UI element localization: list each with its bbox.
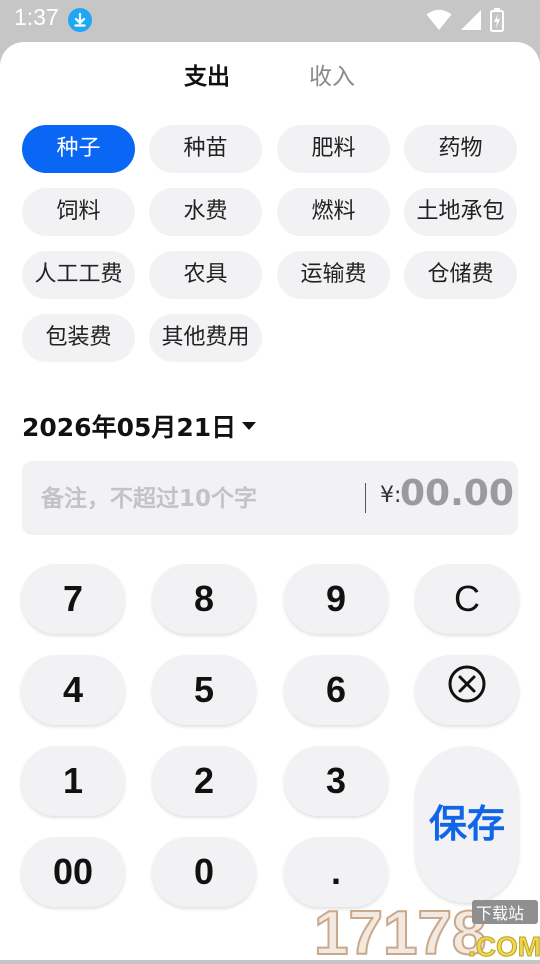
category-chip-seedling[interactable]: 种苗 — [149, 125, 262, 173]
category-chip-medicine[interactable]: 药物 — [404, 125, 517, 173]
type-tabs: 支出 收入 — [0, 60, 540, 100]
key-00[interactable]: 00 — [21, 837, 125, 907]
status-bar: 1:37 — [0, 0, 540, 40]
key-1[interactable]: 1 — [21, 746, 125, 816]
clear-button[interactable]: C — [415, 564, 519, 634]
category-chip-land[interactable]: 土地承包 — [404, 188, 517, 236]
watermark-logo: 17178 下载站 .COM — [310, 898, 540, 964]
status-icons — [426, 8, 504, 36]
watermark-tag: 下载站 — [476, 904, 524, 923]
category-chip-feed[interactable]: 饲料 — [22, 188, 135, 236]
signal-icon — [460, 9, 482, 35]
key-7[interactable]: 7 — [21, 564, 125, 634]
currency-symbol: ¥: — [380, 483, 402, 508]
amount-display: 00.00 — [400, 473, 514, 514]
backspace-button[interactable] — [415, 655, 519, 725]
divider — [365, 483, 366, 513]
note-input[interactable] — [39, 461, 363, 537]
watermark-number: 17178 — [314, 899, 486, 960]
caret-down-icon — [242, 422, 257, 430]
battery-icon — [490, 8, 504, 36]
category-chip-water[interactable]: 水费 — [149, 188, 262, 236]
status-time: 1:37 — [14, 4, 59, 30]
watermark-suffix: .COM — [468, 931, 540, 960]
key-0[interactable]: 0 — [152, 837, 256, 907]
download-icon — [68, 8, 92, 32]
key-3[interactable]: 3 — [284, 746, 388, 816]
category-chip-transport[interactable]: 运输费 — [277, 251, 390, 299]
key-6[interactable]: 6 — [284, 655, 388, 725]
key-5[interactable]: 5 — [152, 655, 256, 725]
key-4[interactable]: 4 — [21, 655, 125, 725]
key-2[interactable]: 2 — [152, 746, 256, 816]
tab-expense[interactable]: 支出 — [184, 60, 230, 94]
key-9[interactable]: 9 — [284, 564, 388, 634]
category-chip-fertilizer[interactable]: 肥料 — [277, 125, 390, 173]
tab-income[interactable]: 收入 — [309, 60, 355, 94]
category-chip-fuel[interactable]: 燃料 — [277, 188, 390, 236]
category-chip-packaging[interactable]: 包装费 — [22, 314, 135, 362]
record-sheet: 支出 收入 种子 种苗 肥料 药物 饲料 水费 燃料 土地承包 人工工费 农具 … — [0, 42, 540, 960]
note-amount-box: ¥: 00.00 — [22, 461, 518, 537]
save-button[interactable]: 保存 — [415, 746, 519, 903]
date-picker[interactable]: 2026年05月21日 — [22, 408, 257, 444]
key-8[interactable]: 8 — [152, 564, 256, 634]
category-chip-storage[interactable]: 仓储费 — [404, 251, 517, 299]
category-chip-other[interactable]: 其他费用 — [149, 314, 262, 362]
key-dot[interactable]: . — [284, 837, 388, 907]
wifi-icon — [426, 9, 452, 35]
category-chip-seed[interactable]: 种子 — [22, 125, 135, 173]
delete-icon — [447, 657, 487, 727]
category-chip-labor[interactable]: 人工工费 — [22, 251, 135, 299]
category-chip-tools[interactable]: 农具 — [149, 251, 262, 299]
date-label: 2026年05月21日 — [22, 413, 237, 442]
